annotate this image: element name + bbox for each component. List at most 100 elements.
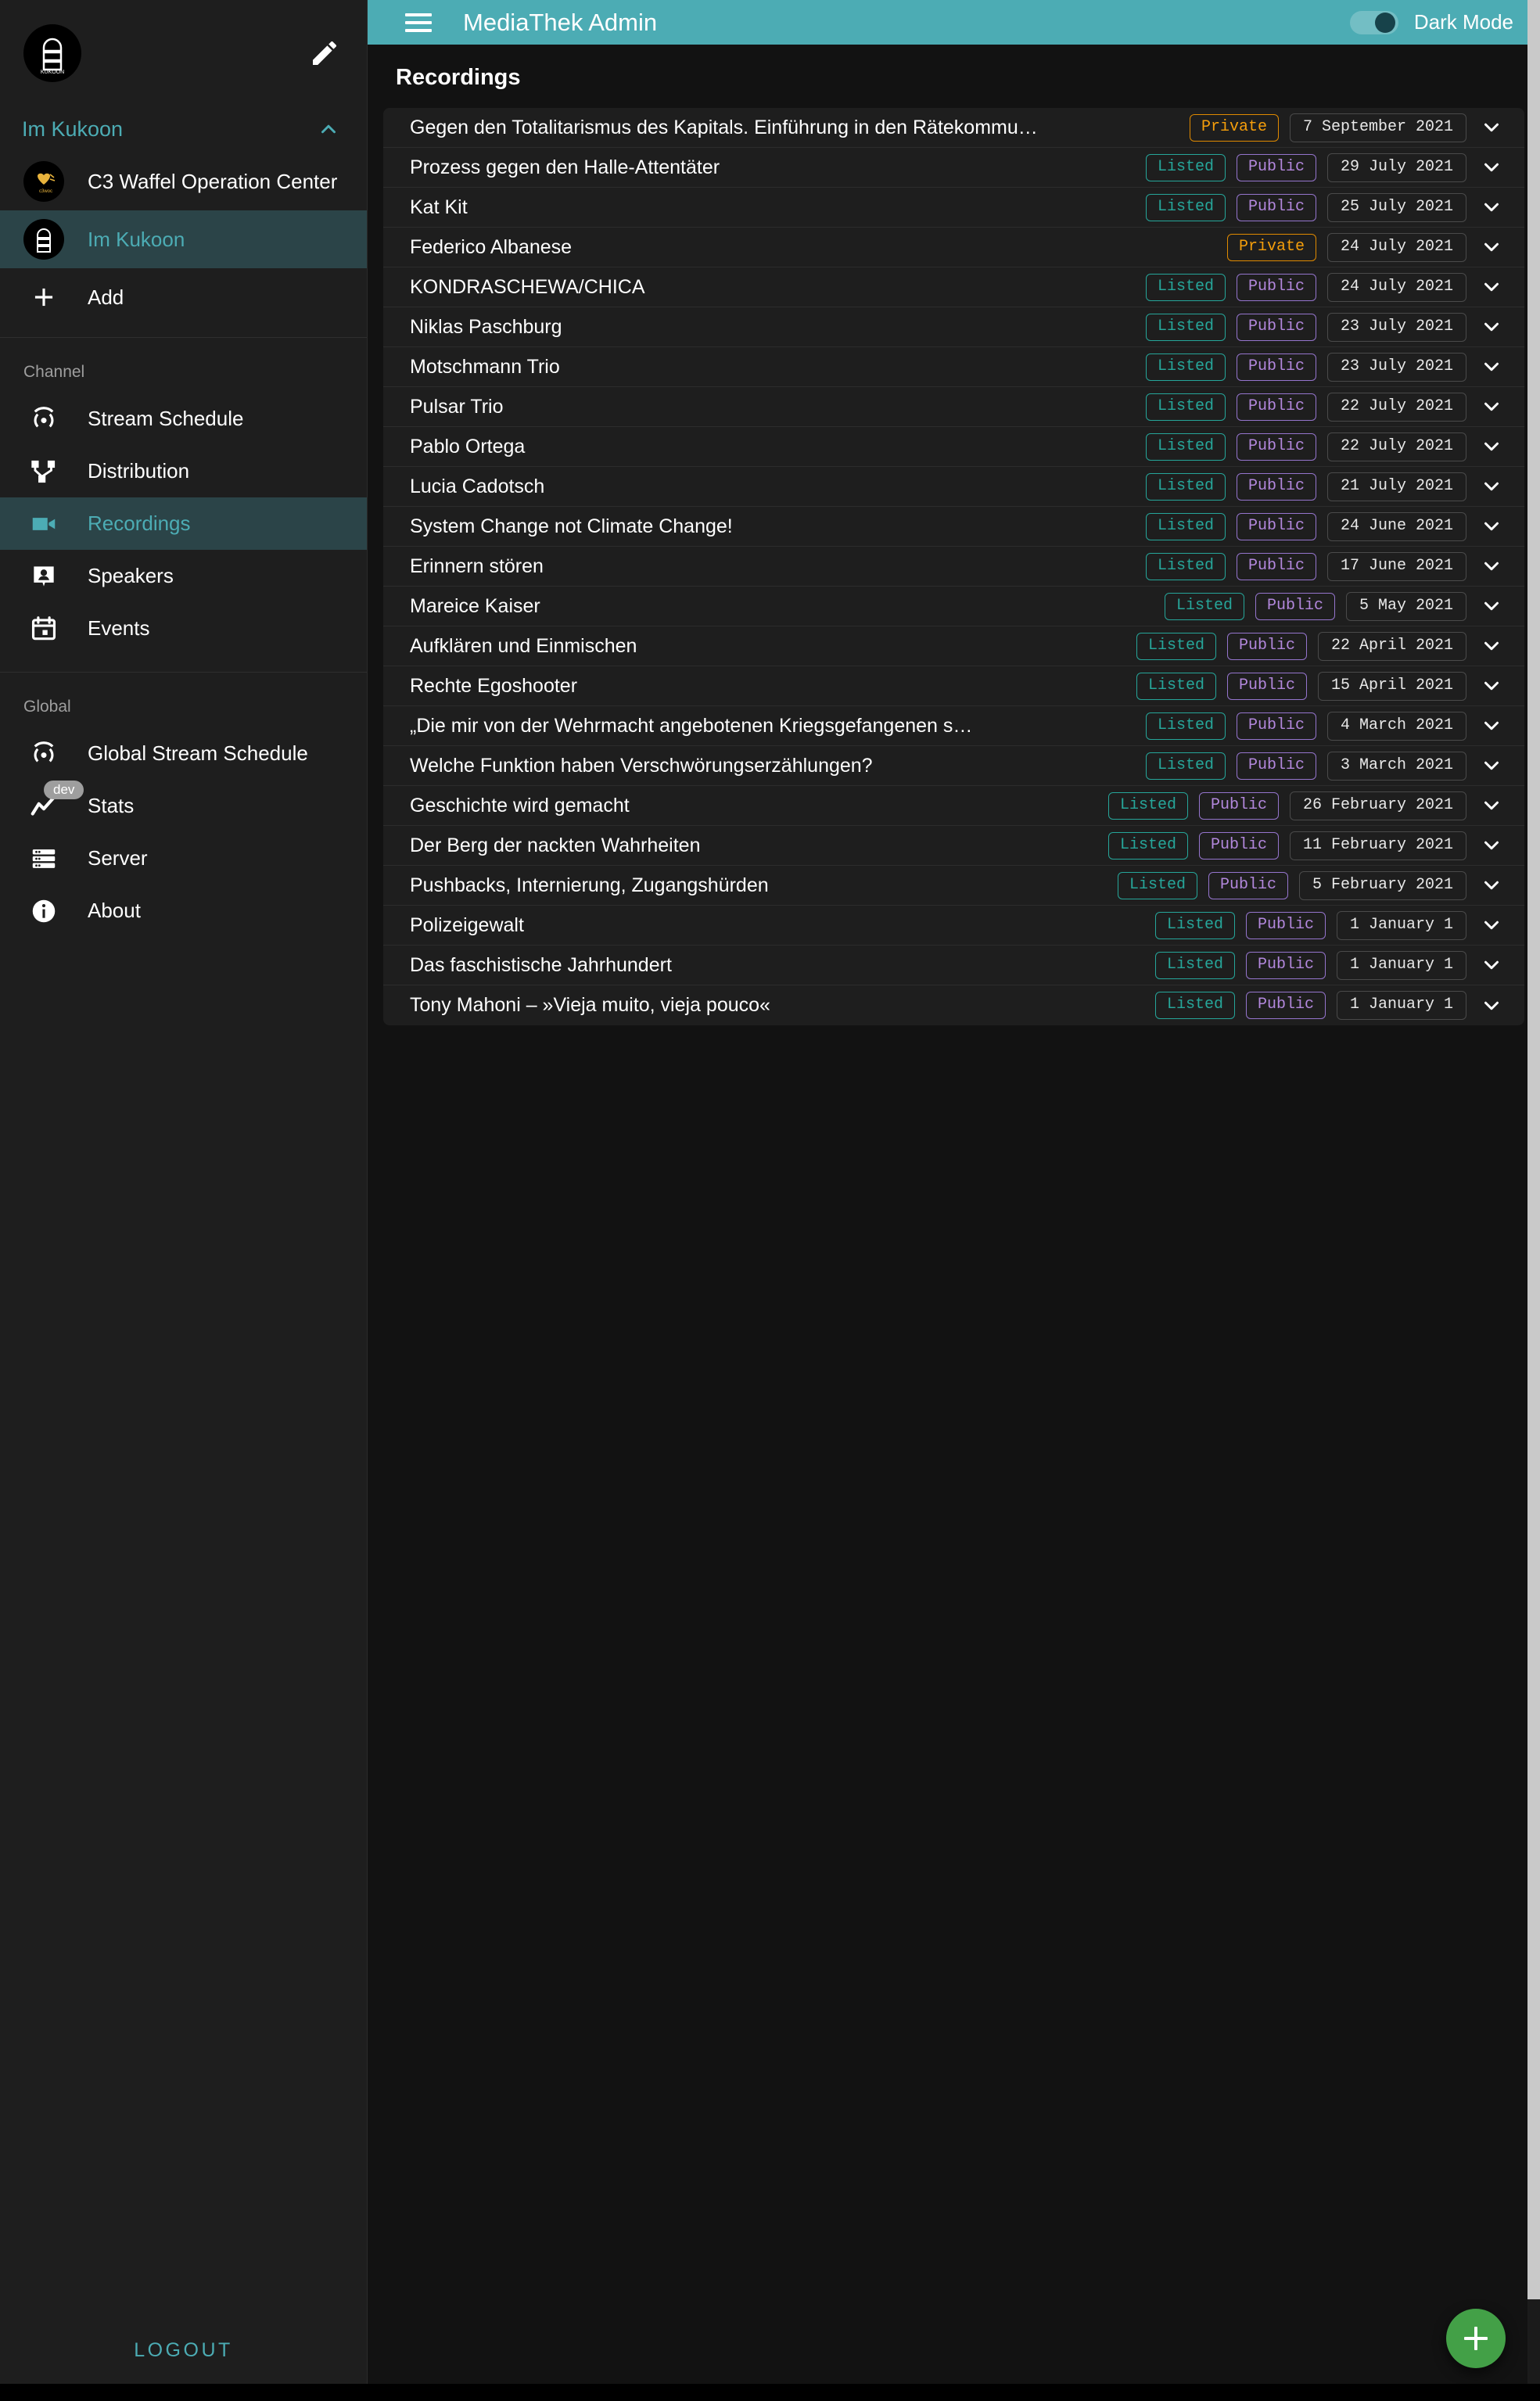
chevron-down-icon[interactable] [1474,834,1509,857]
sidebar-item-stats[interactable]: dev Stats [0,780,367,832]
page-scrollbar-thumb[interactable] [1527,0,1540,2299]
recording-row[interactable]: Rechte Egoshooter Listed Public 15 April 20… [383,666,1524,706]
recording-row[interactable]: Der Berg der nackten Wahrheiten Listed Pub… [383,826,1524,866]
status-badge-listed[interactable]: Listed [1145,472,1226,501]
status-badge-public[interactable]: Public [1236,273,1316,301]
workspace-item-c3-waffel-operation-center[interactable]: c3woc C3 Waffel Operation Center [0,153,367,210]
status-badge-listed[interactable]: Listed [1145,552,1226,580]
status-badge-listed[interactable]: Listed [1145,393,1226,421]
add-recording-button[interactable] [1446,2309,1506,2368]
recording-row[interactable]: Motschmann Trio Listed Public 23 July 2021 [383,347,1524,387]
recording-row[interactable]: Welche Funktion haben Verschwörungserzäh… [383,746,1524,786]
status-badge-public[interactable]: Public [1236,712,1316,740]
recording-row[interactable]: Federico Albanese Private 24 July 2021 [383,228,1524,267]
status-badge-public[interactable]: Public [1255,592,1335,620]
recording-row[interactable]: Gegen den Totalitarismus des Kapitals. E… [383,108,1524,148]
status-badge-listed[interactable]: Listed [1117,871,1197,899]
status-badge-listed[interactable]: Listed [1145,712,1226,740]
status-badge-listed[interactable]: Listed [1154,951,1235,979]
status-badge-listed[interactable]: Listed [1154,992,1235,1019]
status-badge-listed[interactable]: Listed [1164,592,1244,620]
status-badge-public[interactable]: Public [1236,472,1316,501]
chevron-down-icon[interactable] [1474,156,1509,179]
status-badge-public[interactable]: Public [1236,752,1316,780]
status-badge-listed[interactable]: Listed [1145,353,1226,381]
status-badge-public[interactable]: Public [1236,353,1316,381]
recording-row[interactable]: „Die mir von der Wehrmacht angebotenen K… [383,706,1524,746]
chevron-down-icon[interactable] [1474,754,1509,777]
status-badge-public[interactable]: Public [1236,153,1316,181]
recording-row[interactable]: Mareice Kaiser Listed Public 5 May 2021 [383,587,1524,626]
chevron-down-icon[interactable] [1474,515,1509,538]
chevron-down-icon[interactable] [1474,994,1509,1017]
chevron-up-icon[interactable] [317,117,340,141]
sidebar-item-global-stream-schedule[interactable]: Global Stream Schedule [0,727,367,780]
status-badge-public[interactable]: Public [1236,193,1316,221]
page-scrollbar[interactable] [1527,0,1540,2401]
chevron-down-icon[interactable] [1474,554,1509,578]
recording-row[interactable]: Lucia Cadotsch Listed Public 21 July 2021 [383,467,1524,507]
sidebar-item-about[interactable]: About [0,885,367,937]
recording-row[interactable]: Polizeigewalt Listed Public 1 January 1 [383,906,1524,946]
recording-row[interactable]: Pushbacks, Internierung, Zugangshürden Li… [383,866,1524,906]
status-badge-public[interactable]: Public [1226,672,1307,700]
status-badge-public[interactable]: Public [1198,791,1279,820]
recording-row[interactable]: Kat Kit Listed Public 25 July 2021 [383,188,1524,228]
chevron-down-icon[interactable] [1474,355,1509,379]
status-badge-public[interactable]: Public [1198,831,1279,860]
recording-row[interactable]: Erinnern stören Listed Public 17 June 2021 [383,547,1524,587]
logout-button[interactable]: LOGOUT [134,2339,233,2362]
recording-row[interactable]: Pulsar Trio Listed Public 22 July 2021 [383,387,1524,427]
sidebar-item-speakers[interactable]: Speakers [0,550,367,602]
status-badge-listed[interactable]: Listed [1145,153,1226,181]
workspace-selector[interactable]: Im Kukoon [0,106,367,153]
status-badge-listed[interactable]: Listed [1145,273,1226,301]
status-badge-public[interactable]: Public [1236,313,1316,341]
chevron-down-icon[interactable] [1474,315,1509,339]
status-badge-public[interactable]: Public [1208,871,1288,899]
status-badge-public[interactable]: Public [1236,393,1316,421]
recording-row[interactable]: Geschichte wird gemacht Listed Public 26 Fe… [383,786,1524,826]
recording-row[interactable]: Das faschistische Jahrhundert Listed Publi… [383,946,1524,985]
chevron-down-icon[interactable] [1474,116,1509,139]
status-badge-listed[interactable]: Listed [1145,752,1226,780]
dark-mode-toggle[interactable] [1349,10,1398,34]
status-badge-listed[interactable]: Listed [1136,632,1216,660]
chevron-down-icon[interactable] [1474,953,1509,977]
status-badge-public[interactable]: Public [1245,911,1326,939]
sidebar-item-distribution[interactable]: Distribution [0,445,367,497]
recording-row[interactable]: Aufklären und Einmischen Listed Public 22 A… [383,626,1524,666]
status-badge-listed[interactable]: Listed [1107,831,1188,860]
hamburger-menu-icon[interactable] [405,9,432,36]
chevron-down-icon[interactable] [1474,475,1509,498]
recording-row[interactable]: Niklas Paschburg Listed Public 23 July 2021 [383,307,1524,347]
status-badge-listed[interactable]: Listed [1154,911,1235,939]
chevron-down-icon[interactable] [1474,196,1509,219]
chevron-down-icon[interactable] [1474,913,1509,937]
chevron-down-icon[interactable] [1474,874,1509,897]
status-badge-listed[interactable]: Listed [1145,313,1226,341]
status-badge-listed[interactable]: Listed [1145,432,1226,461]
status-badge-public[interactable]: Public [1236,432,1316,461]
chevron-down-icon[interactable] [1474,794,1509,817]
chevron-down-icon[interactable] [1474,395,1509,418]
chevron-down-icon[interactable] [1474,594,1509,618]
add-workspace-button[interactable]: Add [0,268,367,326]
sidebar-item-events[interactable]: Events [0,602,367,655]
chevron-down-icon[interactable] [1474,235,1509,259]
status-badge-private[interactable]: Private [1189,113,1279,142]
chevron-down-icon[interactable] [1474,275,1509,299]
workspace-item-im-kukoon[interactable]: Im Kukoon [0,210,367,268]
chevron-down-icon[interactable] [1474,714,1509,738]
chevron-down-icon[interactable] [1474,435,1509,458]
recording-row[interactable]: Tony Mahoni – »Vieja muito, vieja pouco«… [383,985,1524,1025]
sidebar-item-recordings[interactable]: Recordings [0,497,367,550]
chevron-down-icon[interactable] [1474,634,1509,658]
recording-row[interactable]: System Change not Climate Change! Listed P… [383,507,1524,547]
status-badge-public[interactable]: Public [1236,512,1316,540]
status-badge-listed[interactable]: Listed [1107,791,1188,820]
status-badge-private[interactable]: Private [1226,233,1316,261]
sidebar-item-stream-schedule[interactable]: Stream Schedule [0,393,367,445]
chevron-down-icon[interactable] [1474,674,1509,698]
status-badge-public[interactable]: Public [1226,632,1307,660]
